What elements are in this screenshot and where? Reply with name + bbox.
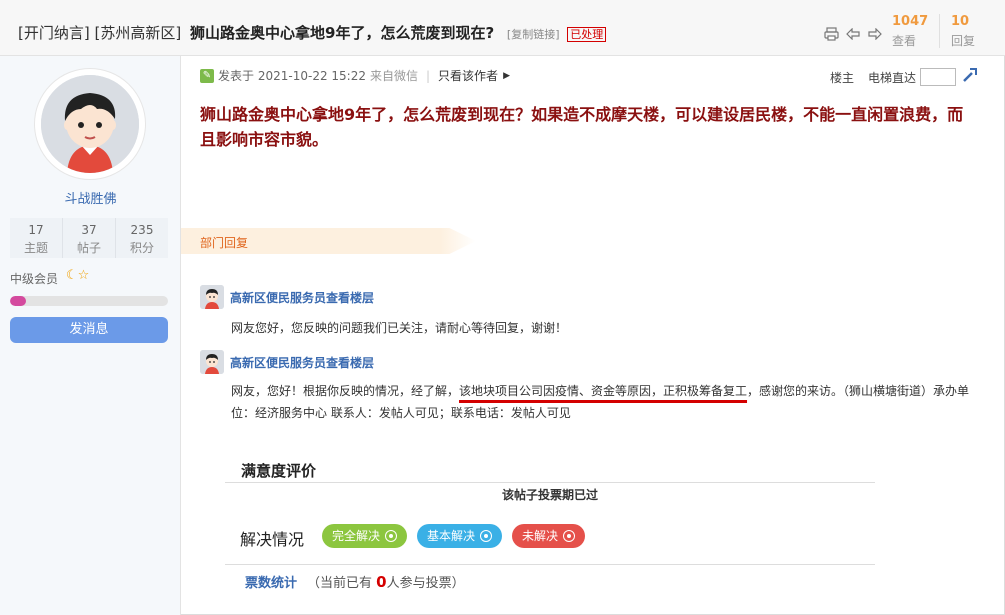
dept-reply: 高新区便民服务员查看楼层 网友您好，您反映的问题我们已关注，请耐心等待回复，谢谢…: [200, 285, 975, 339]
thread-header: [开门纳言] [苏州高新区] 狮山路金奥中心拿地9年了，怎么荒废到现在? [复制…: [0, 0, 1005, 56]
reply-header: 高新区便民服务员查看楼层: [200, 350, 975, 374]
views-stat: 1047 查看: [892, 14, 952, 49]
category-tag[interactable]: [开门纳言]: [18, 24, 90, 42]
go-floor-icon[interactable]: [962, 67, 978, 87]
option-fully-resolved-button[interactable]: 完全解决: [322, 524, 408, 548]
reply-header: 高新区便民服务员查看楼层: [200, 285, 975, 309]
option-unresolved-button[interactable]: 未解决: [512, 524, 586, 548]
stat-points[interactable]: 235 积分: [116, 218, 168, 258]
views-count: 1047: [892, 14, 929, 29]
reply-text-intro: 网友，您好！根据你反映的情况，经了解，: [231, 384, 460, 398]
votes-suffix: 人参与投票）: [386, 576, 465, 591]
resolve-title: 解决情况: [240, 530, 305, 549]
level-progress-fill: [10, 296, 26, 306]
votes-label: 票数统计: [245, 576, 298, 591]
author-stats: 17 主题 37 帖子 235 积分: [10, 218, 168, 258]
floor-number-input[interactable]: [920, 68, 957, 86]
region-tag[interactable]: [苏州高新区]: [95, 24, 182, 42]
post-content: 狮山路金奥中心拿地9年了，怎么荒废到现在？如果造不成摩天楼，可以建设居民楼，不能…: [200, 105, 964, 149]
stat-posts[interactable]: 37 帖子: [63, 218, 116, 258]
reply-text: 网友您好，您反映的问题我们已关注，请耐心等待回复，谢谢！: [231, 321, 568, 335]
elevator-label: 电梯直达: [868, 70, 917, 85]
author-name[interactable]: 斗战胜佛: [0, 188, 181, 207]
rating-divider: [225, 564, 875, 565]
stat-value: 235: [130, 223, 154, 237]
moon-icon: ☾: [66, 268, 78, 283]
floor-bar: 楼主 电梯直达: [830, 67, 978, 87]
only-author-link[interactable]: 只看该作者: [438, 67, 498, 84]
star-icon: ☆: [77, 268, 90, 283]
radio-icon: [385, 530, 398, 542]
replies-count: 10: [951, 14, 970, 29]
reply-text: 网友，您好！根据你反映的情况，经了解，该地块项目公司因疫情、资金等原因，正积极筹…: [231, 380, 975, 424]
stat-value: 17: [28, 223, 44, 237]
reply-avatar[interactable]: [200, 285, 224, 309]
member-level[interactable]: 中级会员: [10, 270, 58, 287]
print-icon[interactable]: [823, 26, 839, 42]
thread-tools: [823, 26, 883, 42]
option-basically-resolved-button[interactable]: 基本解决: [417, 524, 503, 548]
copy-link-button[interactable]: [复制链接]: [507, 28, 560, 41]
send-message-button[interactable]: 发消息: [10, 317, 168, 343]
reply-text-highlight: 该地块项目公司因疫情、资金等原因，正积极筹备复工: [459, 384, 748, 398]
vote-stats: 票数统计 （当前已有 0人参与投票）: [245, 572, 465, 591]
replies-stat: 10 回复: [951, 14, 1005, 49]
stat-value: 37: [81, 223, 97, 237]
thread-title-row: [开门纳言] [苏州高新区] 狮山路金奥中心拿地9年了，怎么荒废到现在? [复制…: [18, 22, 607, 43]
replies-label: 回复: [951, 34, 976, 48]
post-icon: ✎: [200, 68, 214, 83]
avatar-frame[interactable]: [34, 68, 146, 180]
option-label: 完全解决: [332, 529, 381, 543]
stat-label: 积分: [129, 241, 154, 255]
dept-reply: 高新区便民服务员查看楼层 网友，您好！根据你反映的情况，经了解，该地块项目公司因…: [200, 350, 975, 424]
rating-title: 满意度评价: [241, 462, 317, 480]
next-thread-icon[interactable]: [867, 26, 883, 42]
avatar[interactable]: [41, 75, 139, 173]
author-sidebar: 斗战胜佛 17 主题 37 帖子 235 积分 中级会员 ☾☆ 发消息: [0, 56, 181, 615]
stat-label: 主题: [23, 241, 48, 255]
post-meta: ✎ 发表于 2021-10-22 15:22 来自微信 | 只看该作者 ▶: [200, 67, 510, 84]
level-badge-icons: ☾☆: [66, 268, 89, 283]
vote-closed-notice: 该帖子投票期已过: [501, 488, 598, 502]
stats-divider: [939, 14, 940, 48]
views-label: 查看: [892, 34, 917, 48]
option-label: 基本解决: [427, 529, 476, 543]
reply-author[interactable]: 高新区便民服务员查看楼层: [230, 289, 374, 306]
post-datetime: 2021-10-22 15:22: [257, 68, 366, 83]
meta-separator: |: [426, 68, 431, 83]
votes-prefix: （当前已有: [307, 576, 373, 591]
dept-reply-label: 部门回复: [200, 236, 249, 250]
floor-owner-label: 楼主: [830, 70, 855, 85]
option-label: 未解决: [522, 529, 559, 543]
post-source: 来自微信: [369, 69, 418, 83]
votes-count: 0: [376, 573, 387, 591]
thread-title: 狮山路金奥中心拿地9年了，怎么荒废到现在?: [190, 24, 495, 42]
prev-thread-icon[interactable]: [845, 26, 861, 42]
stat-label: 帖子: [76, 241, 101, 255]
reply-author[interactable]: 高新区便民服务员查看楼层: [230, 354, 374, 371]
reply-avatar[interactable]: [200, 350, 224, 374]
stat-topics[interactable]: 17 主题: [10, 218, 63, 258]
rating-divider: [225, 482, 875, 483]
radio-icon: [480, 530, 493, 542]
triangle-right-icon: ▶: [503, 70, 510, 81]
level-progress-bar: [10, 296, 168, 306]
posted-label: 发表于: [218, 69, 255, 83]
status-badge: 已处理: [567, 27, 607, 42]
radio-icon: [563, 530, 576, 542]
